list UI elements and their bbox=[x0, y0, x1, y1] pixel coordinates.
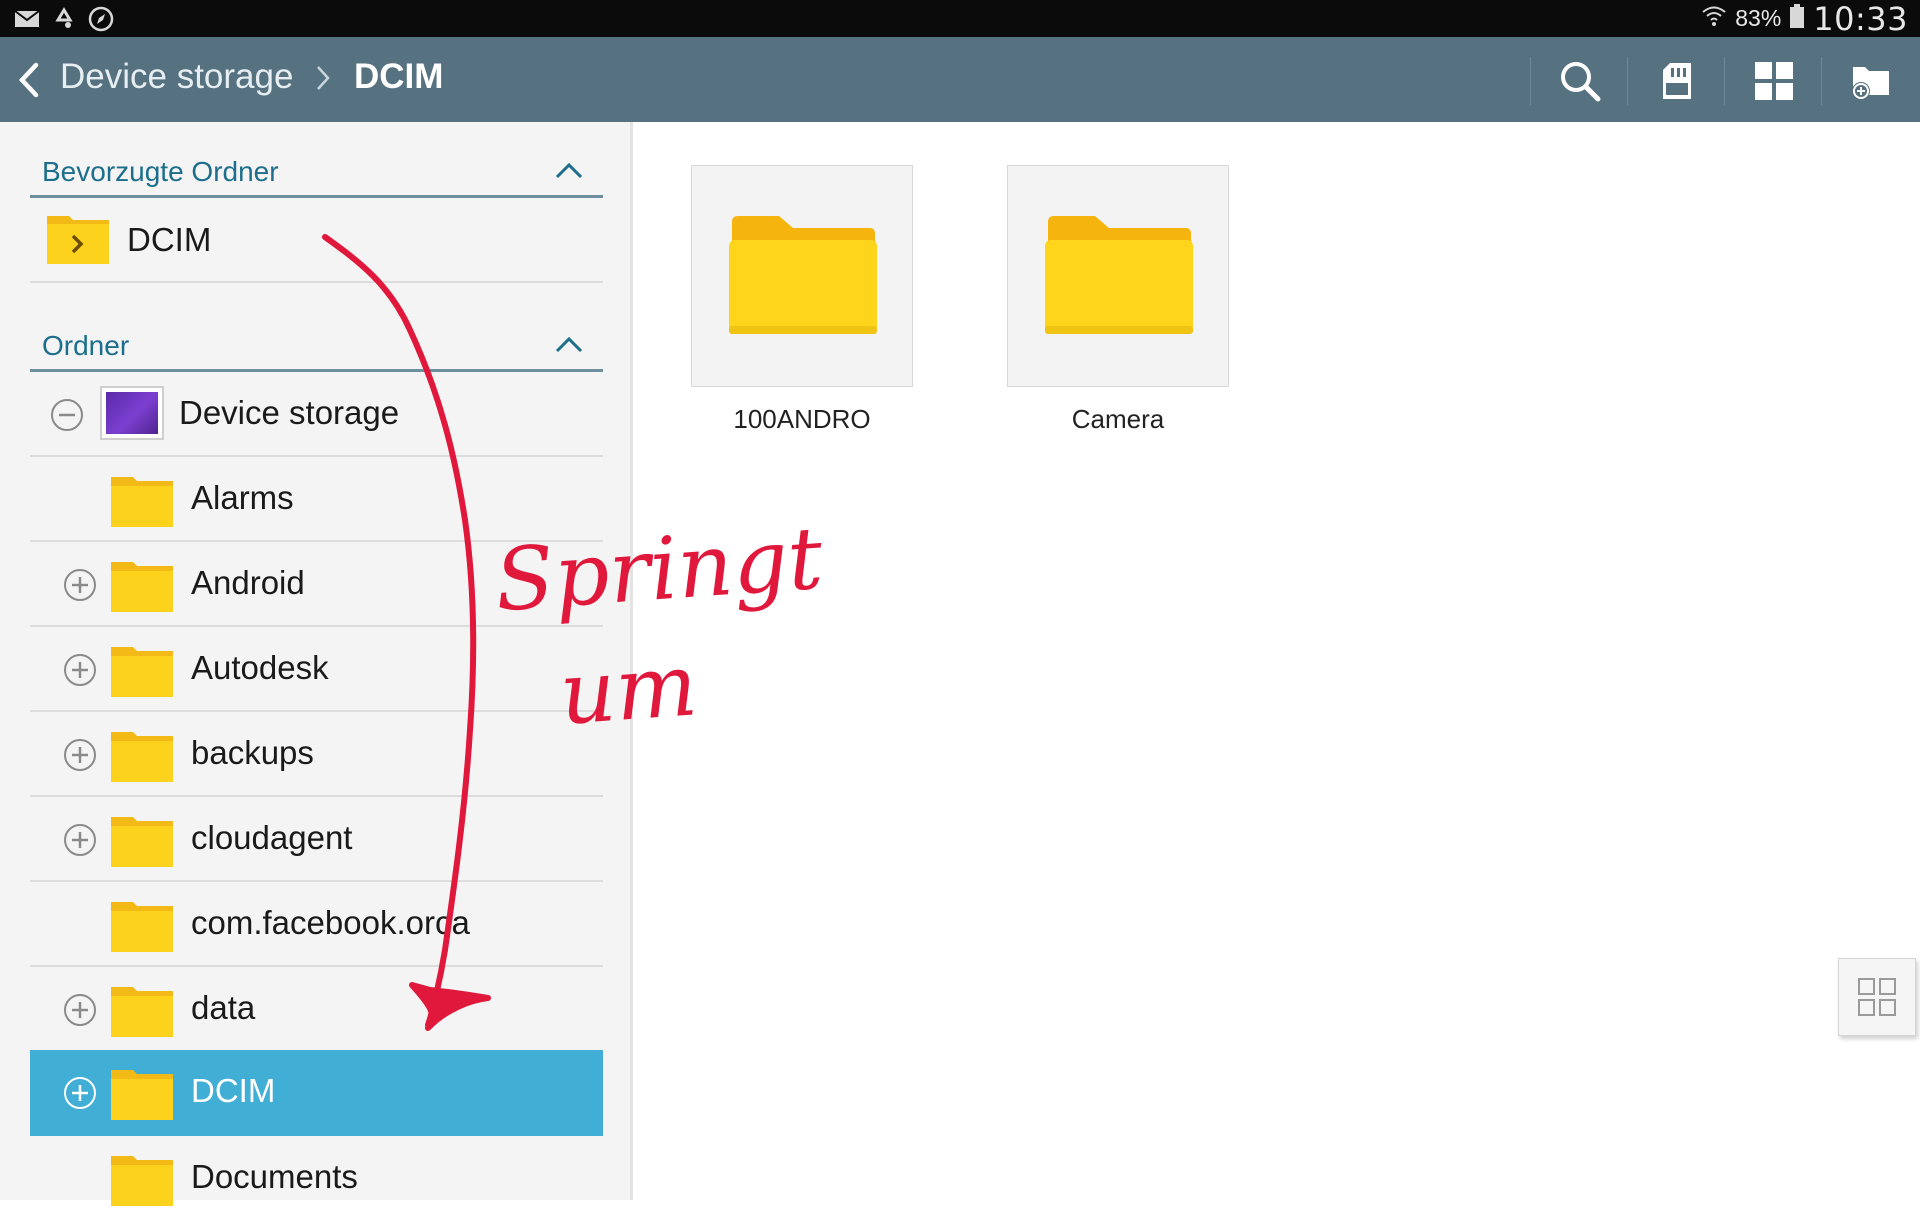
breadcrumb-dcim[interactable]: DCIM bbox=[354, 57, 443, 97]
expand-icon[interactable] bbox=[63, 1076, 97, 1110]
tree-item-label: Autodesk bbox=[191, 649, 329, 686]
folders-section-header[interactable]: Ordner bbox=[30, 297, 603, 372]
folder-icon bbox=[111, 987, 173, 1037]
tree-item-com-facebook-orca[interactable]: com.facebook.orca bbox=[30, 882, 603, 967]
expand-icon[interactable] bbox=[63, 738, 97, 772]
tree-item-label: Device storage bbox=[179, 394, 400, 431]
tree-item-backups[interactable]: backups bbox=[30, 712, 603, 797]
folder-icon bbox=[111, 1070, 173, 1120]
folder-icon bbox=[1045, 216, 1193, 334]
tree-item-cloudagent[interactable]: cloudagent bbox=[30, 797, 603, 882]
folder-icon bbox=[111, 647, 173, 697]
folder-icon bbox=[111, 817, 173, 867]
status-bar: 83% 10:33 bbox=[0, 0, 1920, 38]
tree-item-dcim-selected[interactable]: DCIM bbox=[30, 1050, 603, 1136]
divider bbox=[1821, 57, 1822, 105]
recycle-icon bbox=[52, 7, 76, 36]
expand-icon[interactable] bbox=[63, 653, 97, 687]
annotation-text-line1: Springt bbox=[491, 508, 826, 632]
clock: 10:33 bbox=[1813, 0, 1908, 38]
folders-header-label: Ordner bbox=[42, 330, 130, 361]
wifi-icon bbox=[1701, 4, 1727, 33]
sd-card-button[interactable] bbox=[1649, 55, 1705, 107]
tree-item-label: backups bbox=[191, 734, 314, 771]
view-toggle-button[interactable] bbox=[1838, 958, 1916, 1036]
grid-view-icon bbox=[1755, 62, 1793, 100]
back-arrow-icon[interactable] bbox=[16, 61, 42, 99]
tree-item-label: Android bbox=[191, 564, 305, 601]
grid-view-button[interactable] bbox=[1746, 55, 1802, 107]
folder-icon bbox=[111, 477, 173, 527]
chevron-up-icon[interactable] bbox=[555, 335, 583, 353]
grid-icon bbox=[1858, 978, 1896, 1016]
chevron-right-icon bbox=[317, 66, 330, 90]
tree-item-label: data bbox=[191, 989, 256, 1026]
favorites-header-label: Bevorzugte Ordner bbox=[42, 156, 279, 187]
divider bbox=[1627, 57, 1628, 105]
folder-tile-100andro[interactable] bbox=[691, 165, 913, 387]
new-folder-button[interactable] bbox=[1843, 55, 1899, 107]
annotation-text-line2: um bbox=[556, 635, 701, 745]
favorites-section-header[interactable]: Bevorzugte Ordner bbox=[30, 123, 603, 198]
tree-item-autodesk[interactable]: Autodesk bbox=[30, 627, 603, 712]
collapse-icon[interactable] bbox=[50, 398, 84, 432]
favorite-item-label: DCIM bbox=[127, 221, 212, 258]
sd-card-icon bbox=[1663, 63, 1691, 99]
action-bar: Device storage DCIM bbox=[0, 37, 1920, 122]
expand-icon[interactable] bbox=[63, 993, 97, 1027]
tree-item-label: DCIM bbox=[191, 1072, 276, 1109]
folder-tile-label: Camera bbox=[1071, 404, 1165, 434]
chevron-up-icon[interactable] bbox=[555, 161, 583, 179]
favorite-item-dcim[interactable]: DCIM bbox=[30, 197, 603, 283]
breadcrumb-device-storage[interactable]: Device storage bbox=[60, 57, 293, 97]
folder-icon bbox=[111, 902, 173, 952]
battery-percent: 83% bbox=[1735, 5, 1782, 31]
folder-icon bbox=[111, 1156, 173, 1206]
folder-tile-camera[interactable] bbox=[1007, 165, 1229, 387]
tree-item-device-storage[interactable]: Device storage bbox=[30, 372, 603, 457]
new-folder-icon bbox=[1852, 67, 1889, 100]
search-icon bbox=[1561, 62, 1601, 102]
battery-icon bbox=[1789, 3, 1805, 34]
favorite-folder-icon bbox=[47, 216, 109, 264]
expand-icon[interactable] bbox=[63, 823, 97, 857]
compass-icon bbox=[88, 6, 114, 37]
folder-icon bbox=[111, 562, 173, 612]
tree-item-label: Documents bbox=[191, 1158, 358, 1195]
divider bbox=[1530, 57, 1531, 105]
tree-item-documents[interactable]: Documents bbox=[30, 1136, 603, 1219]
folder-icon bbox=[111, 732, 173, 782]
tree-item-label: com.facebook.orca bbox=[191, 904, 470, 941]
mail-icon bbox=[14, 9, 40, 34]
folder-tile-label: 100ANDRO bbox=[733, 404, 871, 434]
search-button[interactable] bbox=[1552, 55, 1608, 107]
divider bbox=[1724, 57, 1725, 105]
tree-item-label: Alarms bbox=[191, 479, 294, 516]
status-notification-icons bbox=[14, 6, 114, 37]
tree-item-data[interactable]: data bbox=[30, 967, 603, 1052]
device-storage-thumbnail bbox=[100, 386, 164, 440]
tree-item-label: cloudagent bbox=[191, 819, 353, 856]
folder-icon bbox=[729, 216, 877, 334]
expand-icon[interactable] bbox=[63, 568, 97, 602]
